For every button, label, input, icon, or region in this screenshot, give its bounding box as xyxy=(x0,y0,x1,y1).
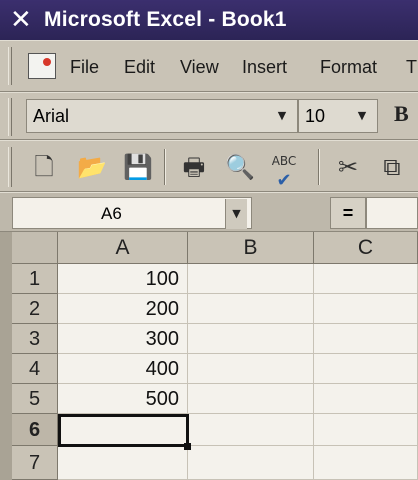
print-icon[interactable]: 🖶 xyxy=(178,151,210,183)
cell-a1[interactable]: 100 xyxy=(58,264,188,294)
copy-icon[interactable]: ⧉ xyxy=(376,151,408,183)
formatting-toolbar: Arial ▼ 10 ▼ B xyxy=(0,92,418,140)
active-cell-a6[interactable] xyxy=(58,414,189,447)
font-name-select[interactable]: Arial ▼ xyxy=(26,99,298,133)
cell-b6[interactable] xyxy=(188,414,314,446)
menu-bar: File Edit View Insert Format T xyxy=(0,40,418,92)
cell-b5[interactable] xyxy=(188,384,314,414)
excel-x-icon[interactable]: ✕ xyxy=(10,6,42,34)
cell-a4[interactable]: 400 xyxy=(58,354,188,384)
cell-c7[interactable] xyxy=(314,446,418,480)
menu-format[interactable]: Format xyxy=(320,57,377,78)
menu-file[interactable]: File xyxy=(70,57,99,78)
cell-a2[interactable]: 200 xyxy=(58,294,188,324)
column-header-c[interactable]: C xyxy=(314,232,418,264)
menu-view[interactable]: View xyxy=(180,57,219,78)
chevron-down-icon[interactable]: ▼ xyxy=(351,101,373,131)
standard-grip[interactable] xyxy=(8,147,12,187)
cell-a7[interactable] xyxy=(58,446,188,480)
row-header-3[interactable]: 3 xyxy=(12,324,58,354)
column-header-b[interactable]: B xyxy=(188,232,314,264)
menu-insert[interactable]: Insert xyxy=(242,57,287,78)
cut-icon[interactable]: ✂ xyxy=(332,151,364,183)
row-header-2[interactable]: 2 xyxy=(12,294,58,324)
cell-c5[interactable] xyxy=(314,384,418,414)
cell-b3[interactable] xyxy=(188,324,314,354)
font-size-value: 10 xyxy=(305,106,326,126)
chevron-down-icon[interactable]: ▼ xyxy=(271,101,293,131)
column-header-a[interactable]: A xyxy=(58,232,188,264)
toolbar-separator xyxy=(164,149,166,185)
name-box-value: A6 xyxy=(101,204,122,223)
menubar-grip[interactable] xyxy=(8,47,12,85)
worksheet-grid: A B C 1 2 3 4 5 6 7 100 200 300 400 500 xyxy=(12,232,418,480)
title-bar: ✕ Microsoft Excel - Book1 xyxy=(0,0,418,40)
formula-bar: A6 ▼ = xyxy=(0,192,418,232)
edit-formula-button[interactable]: = xyxy=(330,197,366,229)
window-title: Microsoft Excel - Book1 xyxy=(44,8,287,31)
row-header-6[interactable]: 6 xyxy=(12,414,58,446)
cell-c4[interactable] xyxy=(314,354,418,384)
print-preview-icon[interactable]: 🔍 xyxy=(224,151,256,183)
bold-button[interactable]: B xyxy=(394,101,409,127)
spelling-icon[interactable]: ABC ✔ xyxy=(268,151,300,191)
row-header-4[interactable]: 4 xyxy=(12,354,58,384)
row-header-1[interactable]: 1 xyxy=(12,264,58,294)
menu-edit[interactable]: Edit xyxy=(124,57,155,78)
toolbar-separator xyxy=(318,149,320,185)
cell-a5[interactable]: 500 xyxy=(58,384,188,414)
cell-c3[interactable] xyxy=(314,324,418,354)
cell-c6[interactable] xyxy=(314,414,418,446)
name-box[interactable]: A6 ▼ xyxy=(12,197,252,229)
chevron-down-icon[interactable]: ▼ xyxy=(225,199,247,229)
menu-tools[interactable]: T xyxy=(406,57,417,78)
fill-handle[interactable] xyxy=(184,443,191,450)
spelling-label: ABC xyxy=(271,154,297,168)
row-header-7[interactable]: 7 xyxy=(12,446,58,480)
select-all-button[interactable] xyxy=(12,232,58,264)
font-name-value: Arial xyxy=(33,106,70,126)
cell-b2[interactable] xyxy=(188,294,314,324)
formatting-grip[interactable] xyxy=(8,98,12,136)
cell-b4[interactable] xyxy=(188,354,314,384)
save-icon[interactable]: 💾 xyxy=(122,151,154,183)
cell-b1[interactable] xyxy=(188,264,314,294)
row-header-5[interactable]: 5 xyxy=(12,384,58,414)
cell-c1[interactable] xyxy=(314,264,418,294)
cell-b7[interactable] xyxy=(188,446,314,480)
new-icon[interactable]: 🗋 xyxy=(28,151,60,183)
cell-a3[interactable]: 300 xyxy=(58,324,188,354)
open-icon[interactable]: 📂 xyxy=(76,151,108,183)
cell-c2[interactable] xyxy=(314,294,418,324)
workbook-icon[interactable] xyxy=(28,53,56,79)
formula-input[interactable] xyxy=(366,197,418,229)
standard-toolbar: 🗋 📂 💾 🖶 🔍 ABC ✔ ✂ ⧉ xyxy=(0,140,418,192)
font-size-select[interactable]: 10 ▼ xyxy=(298,99,378,133)
